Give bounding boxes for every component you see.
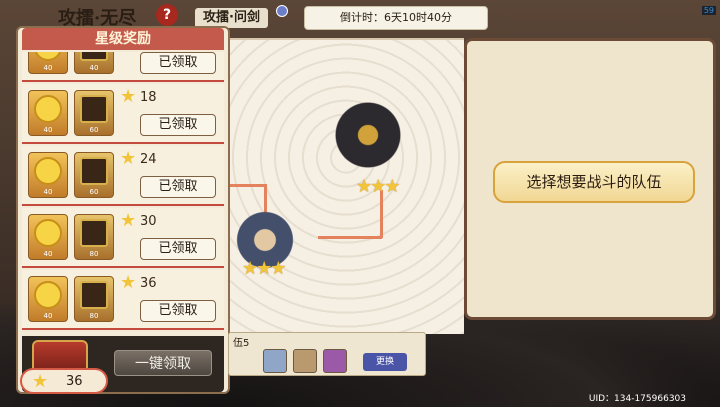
coin-reward-icon[interactable]: 40 xyxy=(28,276,68,322)
book-reward-icon[interactable]: 60 xyxy=(74,152,114,198)
countdown-timer: 倒计时：6天10时40分 xyxy=(304,6,488,30)
map-path xyxy=(318,236,382,239)
team-bar: 伍5 更换 xyxy=(228,332,426,376)
total-stars-badge: ★ 36 xyxy=(20,368,108,394)
enemy-mech-boss[interactable] xyxy=(328,100,408,170)
star-icon: ★ xyxy=(120,86,137,107)
star-icon: ★ xyxy=(120,272,137,293)
team-select-panel: 选择想要战斗的队伍 xyxy=(464,38,716,320)
claimed-button[interactable]: 已领取 xyxy=(140,114,216,136)
total-stars-count: 36 xyxy=(66,374,83,389)
book-reward-icon[interactable]: 60 xyxy=(74,90,114,136)
book-reward-icon[interactable]: 40 xyxy=(74,52,114,74)
claimed-button[interactable]: 已领取 xyxy=(140,300,216,322)
star-requirement: 30 xyxy=(140,214,157,229)
corner-number: 59 xyxy=(701,6,716,15)
swap-icon[interactable] xyxy=(276,5,288,17)
star-icon: ★ xyxy=(120,210,137,231)
choose-team-button[interactable]: 选择想要战斗的队伍 xyxy=(493,161,695,203)
user-id: UID：134-175966303 xyxy=(588,394,686,404)
reward-row: 40 60 ★ 18 已领取 xyxy=(22,84,224,144)
coin-reward-icon[interactable]: 40 xyxy=(28,152,68,198)
coin-reward-icon[interactable]: 40 xyxy=(28,90,68,136)
reward-row: 40 80 ★ 36 已领取 xyxy=(22,270,224,330)
claimed-button[interactable]: 已领取 xyxy=(140,176,216,198)
hero-avatar[interactable] xyxy=(263,349,287,373)
reward-row: 40 40 已领取 xyxy=(22,52,224,82)
coin-reward-icon[interactable]: 40 xyxy=(28,52,68,74)
change-team-button[interactable]: 更换 xyxy=(363,353,407,371)
star-requirement: 36 xyxy=(140,276,157,291)
panel-title: 星级奖励 xyxy=(22,28,224,50)
help-icon[interactable]: ? xyxy=(156,4,178,26)
book-reward-icon[interactable]: 80 xyxy=(74,276,114,322)
map-path xyxy=(380,190,383,238)
reward-row: 40 80 ★ 30 已领取 xyxy=(22,208,224,268)
star-icon: ★ xyxy=(120,148,137,169)
warrior-stars: ★★★ xyxy=(242,258,286,279)
claim-all-button[interactable]: 一键领取 xyxy=(114,350,212,376)
hero-avatar[interactable] xyxy=(323,349,347,373)
claimed-button[interactable]: 已领取 xyxy=(140,238,216,260)
rewards-list[interactable]: 40 40 已领取 40 60 ★ 18 已领取 40 60 ★ 24 已领取 … xyxy=(22,52,224,334)
book-reward-icon[interactable]: 80 xyxy=(74,214,114,260)
reward-row: 40 60 ★ 24 已领取 xyxy=(22,146,224,206)
star-requirement: 18 xyxy=(140,90,157,105)
team-label: 伍5 xyxy=(233,338,250,349)
claimed-button[interactable]: 已领取 xyxy=(140,52,216,74)
battle-map: ★★★ ★★★ xyxy=(228,38,464,334)
hero-avatar[interactable] xyxy=(293,349,317,373)
star-requirement: 24 xyxy=(140,152,157,167)
star-icon: ★ xyxy=(32,371,49,392)
coin-reward-icon[interactable]: 40 xyxy=(28,214,68,260)
boss-stars: ★★★ xyxy=(356,176,400,197)
star-rewards-panel: 星级奖励 40 40 已领取 40 60 ★ 18 已领取 40 60 ★ 24… xyxy=(16,26,230,394)
sub-mode-tab[interactable]: 攻擂·问剑 xyxy=(195,8,268,28)
map-path xyxy=(228,184,266,187)
